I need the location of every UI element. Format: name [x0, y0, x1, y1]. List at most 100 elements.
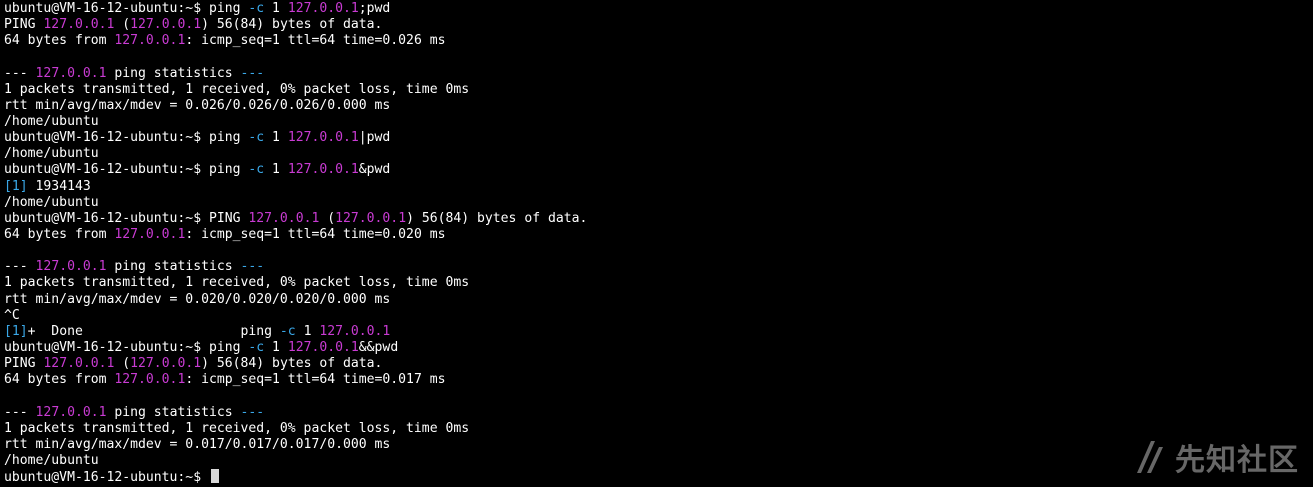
terminal-text: &pwd — [358, 162, 391, 178]
terminal-text: 127.0.0.1 — [43, 356, 115, 372]
terminal-text: 64 bytes from — [4, 33, 115, 49]
terminal-line: --- 127.0.0.1 ping statistics --- — [4, 66, 1313, 82]
terminal-text: 127.0.0.1 — [248, 210, 320, 226]
terminal-line: /home/ubuntu — [4, 146, 1313, 162]
terminal-line: --- 127.0.0.1 ping statistics --- — [4, 405, 1313, 421]
terminal-line: 1 packets transmitted, 1 received, 0% pa… — [4, 275, 1313, 291]
terminal-text: /home/ubuntu — [4, 452, 99, 468]
terminal-line: rtt min/avg/max/mdev = 0.026/0.026/0.026… — [4, 98, 1313, 114]
terminal-text: 127.0.0.1 — [287, 1, 359, 16]
terminal-line: rtt min/avg/max/mdev = 0.017/0.017/0.017… — [4, 437, 1313, 453]
terminal-text: -c — [248, 339, 265, 355]
terminal-line: ubuntu@VM-16-12-ubuntu:~$ ping -c 1 127.… — [4, 1, 1313, 17]
terminal-text: ( — [319, 210, 336, 226]
terminal-text: ubuntu@VM-16-12-ubuntu:~$ ping — [4, 339, 249, 355]
terminal-text: -c — [248, 130, 265, 146]
terminal-line: PING 127.0.0.1 (127.0.0.1) 56(84) bytes … — [4, 356, 1313, 372]
terminal-text: ;pwd — [358, 1, 391, 16]
terminal-text: + Done ping — [27, 323, 280, 339]
terminal-line: /home/ubuntu — [4, 453, 1313, 469]
terminal-text: 127.0.0.1 — [35, 65, 107, 81]
terminal-output[interactable]: ubuntu@VM-16-12-ubuntu:~$ ping -c 1 127.… — [4, 1, 1313, 487]
terminal-text: 64 bytes from — [4, 226, 115, 242]
terminal-text: rtt min/avg/max/mdev = 0.026/0.026/0.026… — [4, 97, 391, 113]
terminal-text: ) 56(84) bytes of data. — [201, 356, 383, 372]
terminal-line: ubuntu@VM-16-12-ubuntu:~$ — [4, 469, 1313, 485]
terminal-text: ubuntu@VM-16-12-ubuntu:~$ ping — [4, 1, 249, 16]
watermark-text: 先知社区 — [1175, 443, 1299, 478]
terminal-text: |pwd — [358, 130, 391, 146]
terminal-text: ^C — [4, 307, 20, 323]
terminal-text: ( — [114, 17, 131, 33]
terminal-text: 127.0.0.1 — [114, 33, 186, 49]
terminal-text: 1 — [264, 339, 288, 355]
terminal-line: /home/ubuntu — [4, 114, 1313, 130]
terminal-text: 127.0.0.1 — [130, 17, 202, 33]
terminal-text: ping statistics — [106, 404, 241, 420]
terminal-line: ubuntu@VM-16-12-ubuntu:~$ ping -c 1 127.… — [4, 340, 1313, 356]
terminal-text: 127.0.0.1 — [35, 404, 107, 420]
terminal-text: 64 bytes from — [4, 372, 115, 388]
terminal-text: : icmp_seq=1 ttl=64 time=0.020 ms — [185, 226, 446, 242]
terminal-text: 1 packets transmitted, 1 received, 0% pa… — [4, 275, 470, 291]
terminal-text: 1 — [264, 130, 288, 146]
terminal-text: 127.0.0.1 — [35, 259, 107, 275]
terminal-line: 64 bytes from 127.0.0.1: icmp_seq=1 ttl=… — [4, 227, 1313, 243]
terminal-text: ping statistics — [106, 259, 241, 275]
terminal-text: /home/ubuntu — [4, 113, 99, 129]
terminal-text: --- — [4, 404, 36, 420]
xianzhi-logo-icon — [1137, 441, 1163, 473]
terminal-text: -c — [248, 1, 265, 16]
terminal-text: /home/ubuntu — [4, 146, 99, 162]
terminal-text: ) 56(84) bytes of data. — [406, 210, 588, 226]
terminal-text: : icmp_seq=1 ttl=64 time=0.017 ms — [185, 372, 446, 388]
terminal-line: ^C — [4, 308, 1313, 324]
terminal-line: ubuntu@VM-16-12-ubuntu:~$ ping -c 1 127.… — [4, 162, 1313, 178]
terminal-line: rtt min/avg/max/mdev = 0.020/0.020/0.020… — [4, 292, 1313, 308]
terminal-text: --- — [4, 65, 36, 81]
terminal-line: 64 bytes from 127.0.0.1: icmp_seq=1 ttl=… — [4, 33, 1313, 49]
terminal-text: 1 packets transmitted, 1 received, 0% pa… — [4, 420, 470, 436]
terminal-text: 1 — [264, 1, 288, 16]
terminal-text: 1 — [264, 162, 288, 178]
terminal-line: [1] 1934143 — [4, 179, 1313, 195]
terminal-text: 127.0.0.1 — [287, 130, 359, 146]
terminal-text: ) 56(84) bytes of data. — [201, 17, 383, 33]
terminal-text: 127.0.0.1 — [114, 372, 186, 388]
terminal-text: ( — [114, 356, 131, 372]
terminal-text: ubuntu@VM-16-12-ubuntu:~$ — [4, 470, 209, 486]
terminal-text: 127.0.0.1 — [335, 210, 407, 226]
terminal-text: ubuntu@VM-16-12-ubuntu:~$ ping — [4, 130, 249, 146]
terminal-text: PING — [4, 17, 44, 33]
terminal-line: /home/ubuntu — [4, 195, 1313, 211]
terminal-text: 127.0.0.1 — [130, 356, 202, 372]
terminal-line: PING 127.0.0.1 (127.0.0.1) 56(84) bytes … — [4, 17, 1313, 33]
terminal-text: PING — [4, 356, 44, 372]
terminal-text: 127.0.0.1 — [114, 226, 186, 242]
terminal-line: 64 bytes from 127.0.0.1: icmp_seq=1 ttl=… — [4, 372, 1313, 388]
terminal-line: [1]+ Done ping -c 1 127.0.0.1 — [4, 324, 1313, 340]
terminal-text: --- — [4, 259, 36, 275]
terminal-text: 1934143 — [27, 178, 91, 194]
terminal-text: ping statistics — [106, 65, 241, 81]
terminal-text: -c — [279, 323, 296, 339]
terminal-text: 127.0.0.1 — [319, 323, 391, 339]
terminal-text: --- — [240, 259, 265, 275]
terminal-text: -c — [248, 162, 265, 178]
terminal-text: rtt min/avg/max/mdev = 0.017/0.017/0.017… — [4, 436, 391, 452]
watermark: 先知社区 — [1133, 435, 1299, 479]
terminal-cursor — [210, 469, 219, 484]
terminal-text: 127.0.0.1 — [43, 17, 115, 33]
terminal-text: [1] — [4, 178, 28, 194]
terminal-text: ubuntu@VM-16-12-ubuntu:~$ PING — [4, 210, 249, 226]
terminal-text: ubuntu@VM-16-12-ubuntu:~$ ping — [4, 162, 249, 178]
terminal-line: ubuntu@VM-16-12-ubuntu:~$ PING 127.0.0.1… — [4, 211, 1313, 227]
terminal-text: --- — [240, 404, 265, 420]
terminal-text: &&pwd — [358, 339, 399, 355]
terminal-line: 1 packets transmitted, 1 received, 0% pa… — [4, 421, 1313, 437]
terminal-text: [1] — [4, 323, 28, 339]
terminal-text: 127.0.0.1 — [287, 339, 359, 355]
